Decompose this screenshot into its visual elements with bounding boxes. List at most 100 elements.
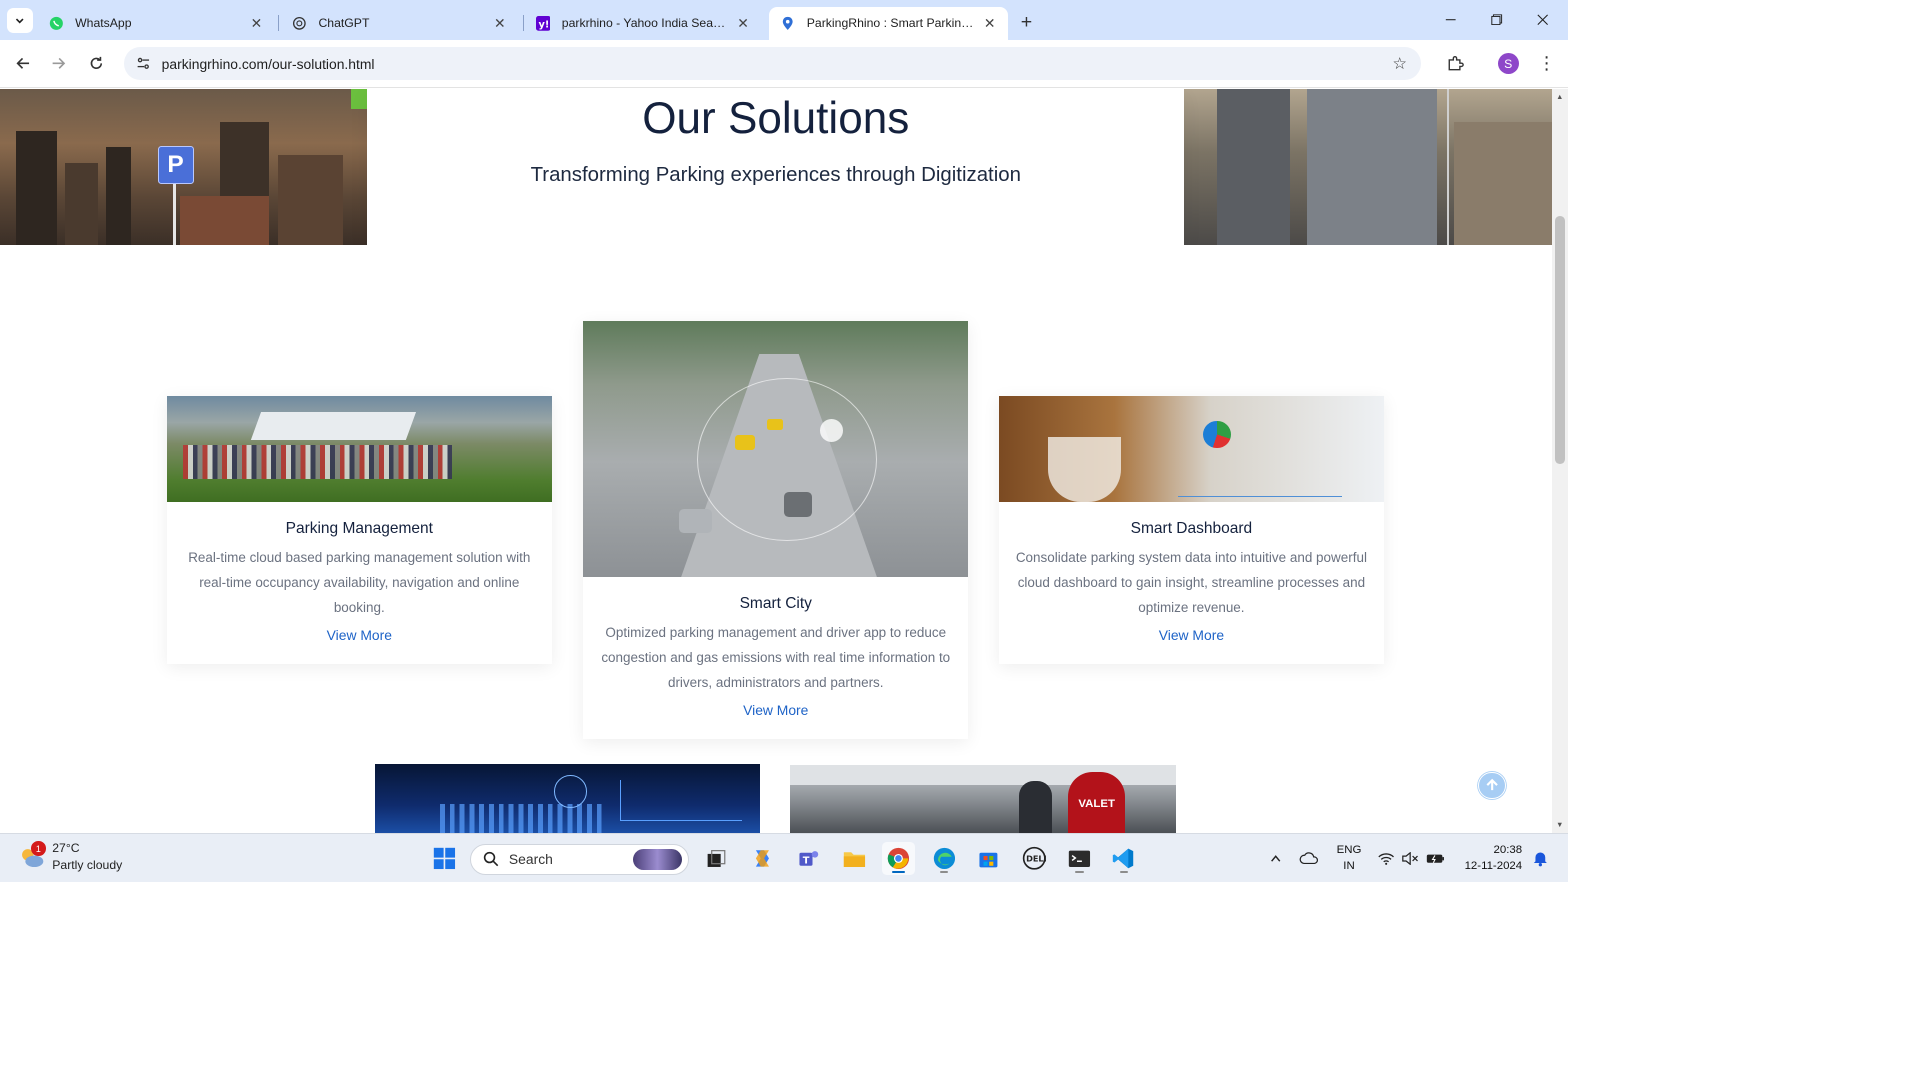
tab-search-button[interactable] bbox=[6, 8, 33, 33]
scroll-up-arrow-icon[interactable]: ▲ bbox=[1555, 92, 1565, 102]
parking-sign-icon: P bbox=[157, 146, 194, 184]
forward-button[interactable] bbox=[47, 51, 71, 75]
chatgpt-icon bbox=[292, 16, 307, 31]
tab-title: WhatsApp bbox=[75, 16, 132, 31]
battery-charging-icon bbox=[1426, 854, 1444, 863]
card-title: Smart Dashboard bbox=[1130, 520, 1253, 538]
svg-text:DELL: DELL bbox=[1026, 854, 1046, 864]
url-text: parkingrhino.com/our-solution.html bbox=[161, 55, 375, 72]
scroll-to-top-button[interactable] bbox=[1478, 771, 1506, 800]
close-icon[interactable]: ✕ bbox=[492, 15, 508, 31]
tab-whatsapp[interactable]: WhatsApp ✕ bbox=[38, 7, 275, 40]
store-icon bbox=[979, 852, 998, 868]
reload-button[interactable] bbox=[84, 51, 108, 75]
windows-taskbar: 1 27°C Partly cloudy Search T DELL bbox=[0, 832, 1568, 883]
restore-icon bbox=[1491, 14, 1503, 25]
teams-icon: T bbox=[799, 851, 819, 866]
puzzle-icon bbox=[1448, 55, 1464, 71]
region-code: IN bbox=[1343, 860, 1355, 873]
scrollbar-thumb[interactable] bbox=[1554, 215, 1565, 464]
hero-title-card: Our Solutions Transforming Parking exper… bbox=[367, 89, 1185, 245]
clock-date: 12-11-2024 bbox=[1464, 860, 1523, 873]
tab-parkingrhino[interactable]: ParkingRhino : Smart Parking in ✕ bbox=[769, 6, 1008, 40]
volume-tray-icon[interactable] bbox=[1400, 834, 1421, 883]
chrome-icon bbox=[887, 847, 909, 870]
system-clock[interactable]: 20:38 12-11-2024 bbox=[1454, 842, 1523, 875]
show-hidden-icons-button[interactable] bbox=[1266, 834, 1286, 883]
hero-banner: P Our Solutions Transforming Parking exp… bbox=[0, 89, 1552, 245]
taskbar-vscode[interactable] bbox=[1107, 842, 1140, 875]
notifications-button[interactable] bbox=[1529, 834, 1552, 883]
taskbar-copilot[interactable] bbox=[746, 842, 779, 875]
arrow-up-icon bbox=[1486, 779, 1498, 791]
taskbar-terminal[interactable] bbox=[1063, 842, 1096, 875]
tab-title: ChatGPT bbox=[318, 16, 370, 31]
card-title: Smart City bbox=[739, 595, 812, 613]
copilot-icon bbox=[756, 850, 770, 867]
profile-avatar[interactable]: S bbox=[1497, 53, 1519, 75]
taskbar-dell[interactable]: DELL bbox=[1017, 842, 1050, 875]
page-title: Our Solutions bbox=[642, 93, 910, 143]
city-skyline-image-right bbox=[1184, 89, 1552, 245]
taskbar-edge[interactable] bbox=[928, 842, 961, 875]
address-bar[interactable]: parkingrhino.com/our-solution.html ☆ bbox=[124, 47, 1421, 80]
tab-title: parkrhino - Yahoo India Search bbox=[561, 16, 729, 31]
language-code: ENG bbox=[1336, 844, 1362, 857]
new-tab-button[interactable]: + bbox=[1014, 10, 1038, 34]
view-more-link[interactable]: View More bbox=[327, 627, 392, 643]
notification-badge: 1 bbox=[31, 841, 46, 856]
wifi-tray-icon[interactable] bbox=[1375, 834, 1396, 883]
battery-tray-icon[interactable] bbox=[1424, 834, 1447, 883]
close-icon[interactable]: ✕ bbox=[735, 15, 751, 31]
svg-text:T: T bbox=[803, 855, 810, 866]
arrow-left-icon bbox=[15, 58, 29, 70]
minimize-icon bbox=[1446, 19, 1456, 21]
search-highlight-image bbox=[632, 848, 682, 871]
onedrive-tray-icon[interactable] bbox=[1297, 834, 1321, 883]
view-more-link[interactable]: View More bbox=[1159, 627, 1224, 643]
more-menu-icon[interactable]: ⋮ bbox=[1535, 51, 1558, 75]
search-label: Search bbox=[508, 851, 553, 868]
valet-parking-image: VALET bbox=[790, 765, 1176, 833]
dell-icon: DELL bbox=[1022, 846, 1046, 870]
card-description: Optimized parking management and driver … bbox=[601, 624, 951, 691]
scroll-down-arrow-icon[interactable]: ▼ bbox=[1555, 820, 1565, 830]
valet-jacket-label: VALET bbox=[1068, 771, 1126, 833]
tab-yahoo-search[interactable]: y! parkrhino - Yahoo India Search ✕ bbox=[524, 7, 761, 40]
taskbar-chrome[interactable] bbox=[881, 842, 915, 875]
close-icon[interactable]: ✕ bbox=[982, 15, 998, 31]
minimize-button[interactable] bbox=[1429, 5, 1473, 34]
wifi-icon bbox=[1377, 853, 1394, 865]
taskbar-file-explorer[interactable] bbox=[838, 842, 871, 875]
site-info-icon[interactable] bbox=[131, 51, 155, 75]
back-button[interactable] bbox=[11, 51, 35, 75]
parking-sign-pole bbox=[173, 183, 176, 245]
weather-widget[interactable]: 1 27°C Partly cloudy bbox=[18, 840, 122, 873]
close-icon[interactable]: ✕ bbox=[248, 15, 264, 31]
page-subtitle: Transforming Parking experiences through… bbox=[530, 164, 1021, 187]
page-scrollbar[interactable]: ▲ ▼ bbox=[1551, 89, 1568, 833]
arrow-right-icon bbox=[53, 58, 66, 70]
cloud-icon bbox=[1299, 852, 1319, 864]
start-button[interactable] bbox=[428, 842, 461, 875]
bookmark-star-icon[interactable]: ☆ bbox=[1390, 54, 1410, 74]
taskbar-search-box[interactable]: Search bbox=[470, 843, 690, 875]
restore-button[interactable] bbox=[1475, 5, 1519, 34]
folder-icon bbox=[843, 851, 865, 867]
taskbar-store[interactable] bbox=[972, 842, 1005, 875]
taskbar-teams[interactable]: T bbox=[792, 842, 825, 875]
input-language-indicator[interactable]: ENG IN bbox=[1333, 842, 1366, 875]
tab-chatgpt[interactable]: ChatGPT ✕ bbox=[281, 7, 518, 40]
browser-toolbar: parkingrhino.com/our-solution.html ☆ S ⋮ bbox=[0, 40, 1568, 89]
search-icon bbox=[483, 851, 499, 867]
task-view-button[interactable] bbox=[701, 842, 734, 875]
reload-icon bbox=[90, 57, 103, 70]
solution-card-parking-management: Parking Management Real-time cloud based… bbox=[166, 396, 552, 665]
card-description: Real-time cloud based parking management… bbox=[188, 549, 531, 616]
extensions-button[interactable] bbox=[1444, 52, 1467, 75]
close-window-button[interactable] bbox=[1521, 5, 1565, 34]
view-more-link[interactable]: View More bbox=[743, 702, 808, 718]
weather-temperature: 27°C bbox=[52, 841, 80, 856]
task-view-icon bbox=[707, 849, 726, 867]
solution-card-smart-city: Smart City Optimized parking management … bbox=[583, 320, 969, 740]
